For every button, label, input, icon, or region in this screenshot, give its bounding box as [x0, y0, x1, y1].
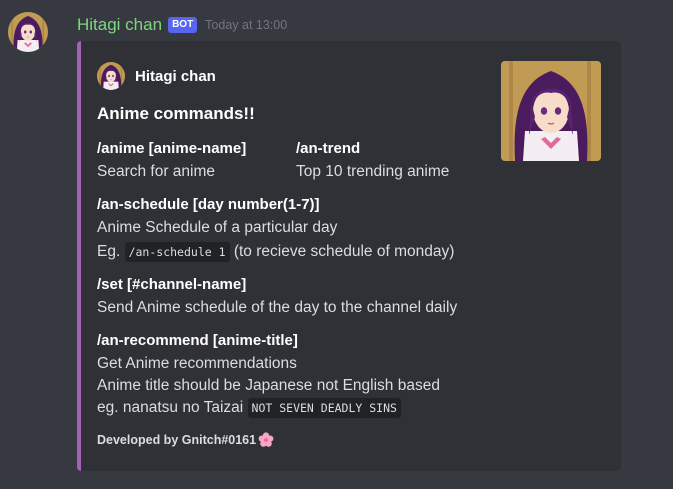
- embed-thumbnail[interactable]: [501, 61, 601, 161]
- embed-author-avatar: [97, 62, 125, 90]
- field-set-value: Send Anime schedule of the day to the ch…: [97, 299, 458, 316]
- field-trend-value: Top 10 trending anime: [296, 163, 450, 180]
- field-schedule-line2: Eg. /an-schedule 1 (to recieve schedule …: [97, 241, 454, 263]
- bot-tag: BOT: [168, 17, 198, 33]
- inline-code-recommend: NOT SEVEN DEADLY SINS: [247, 398, 401, 418]
- anime-girl-avatar-icon: [97, 62, 125, 90]
- field-schedule: /an-schedule [day number(1-7)] Anime Sch…: [97, 195, 454, 263]
- message-header: Hitagi chan BOT Today at 13:00: [77, 13, 287, 37]
- field-recommend-line1: Get Anime recommendations: [97, 355, 297, 372]
- field-recommend-line2: Anime title should be Japanese not Engli…: [97, 377, 440, 394]
- rich-embed: Hitagi chan Anime commands!! /anime [ani…: [77, 41, 621, 471]
- embed-accent-bar: [77, 41, 81, 471]
- user-avatar[interactable]: [8, 12, 48, 52]
- field-recommend-line3: eg. nanatsu no Taizai NOT SEVEN DEADLY S…: [97, 397, 440, 419]
- field-set: /set [#channel-name] Send Anime schedule…: [97, 275, 457, 319]
- field-schedule-example-prefix: Eg.: [97, 243, 121, 260]
- embed-title: Anime commands!!: [97, 104, 255, 123]
- cherry-blossom-icon: [258, 432, 274, 447]
- field-schedule-line1: Anime Schedule of a particular day: [97, 219, 338, 236]
- timestamp[interactable]: Today at 13:00: [205, 18, 287, 32]
- field-schedule-example-suffix: (to recieve schedule of monday): [233, 243, 455, 260]
- embed-author-name: Hitagi chan: [135, 67, 216, 85]
- field-recommend-name: /an-recommend [anime-title]: [97, 332, 298, 349]
- field-recommend-example-prefix: eg. nanatsu no Taizai: [97, 399, 244, 416]
- username[interactable]: Hitagi chan: [77, 15, 162, 35]
- field-set-name: /set [#channel-name]: [97, 276, 247, 293]
- field-trend: /an-trend Top 10 trending anime: [296, 139, 449, 183]
- chat-message: Hitagi chan BOT Today at 13:00 Hitagi ch…: [0, 0, 673, 489]
- anime-girl-avatar-icon: [8, 12, 48, 52]
- field-anime-value: Search for anime: [97, 163, 216, 180]
- embed-footer: Developed by Gnitch#0161: [97, 432, 274, 448]
- embed-author: Hitagi chan: [97, 62, 216, 90]
- field-anime-name: /anime [anime-name]: [97, 140, 247, 157]
- inline-code-schedule: /an-schedule 1: [124, 242, 230, 262]
- anime-girl-thumbnail-icon: [501, 61, 601, 161]
- field-recommend: /an-recommend [anime-title] Get Anime re…: [97, 331, 440, 419]
- field-trend-name: /an-trend: [296, 140, 361, 157]
- field-schedule-name: /an-schedule [day number(1-7)]: [97, 196, 320, 213]
- field-anime: /anime [anime-name] Search for anime: [97, 139, 246, 183]
- embed-footer-text: Developed by Gnitch#0161: [97, 433, 257, 447]
